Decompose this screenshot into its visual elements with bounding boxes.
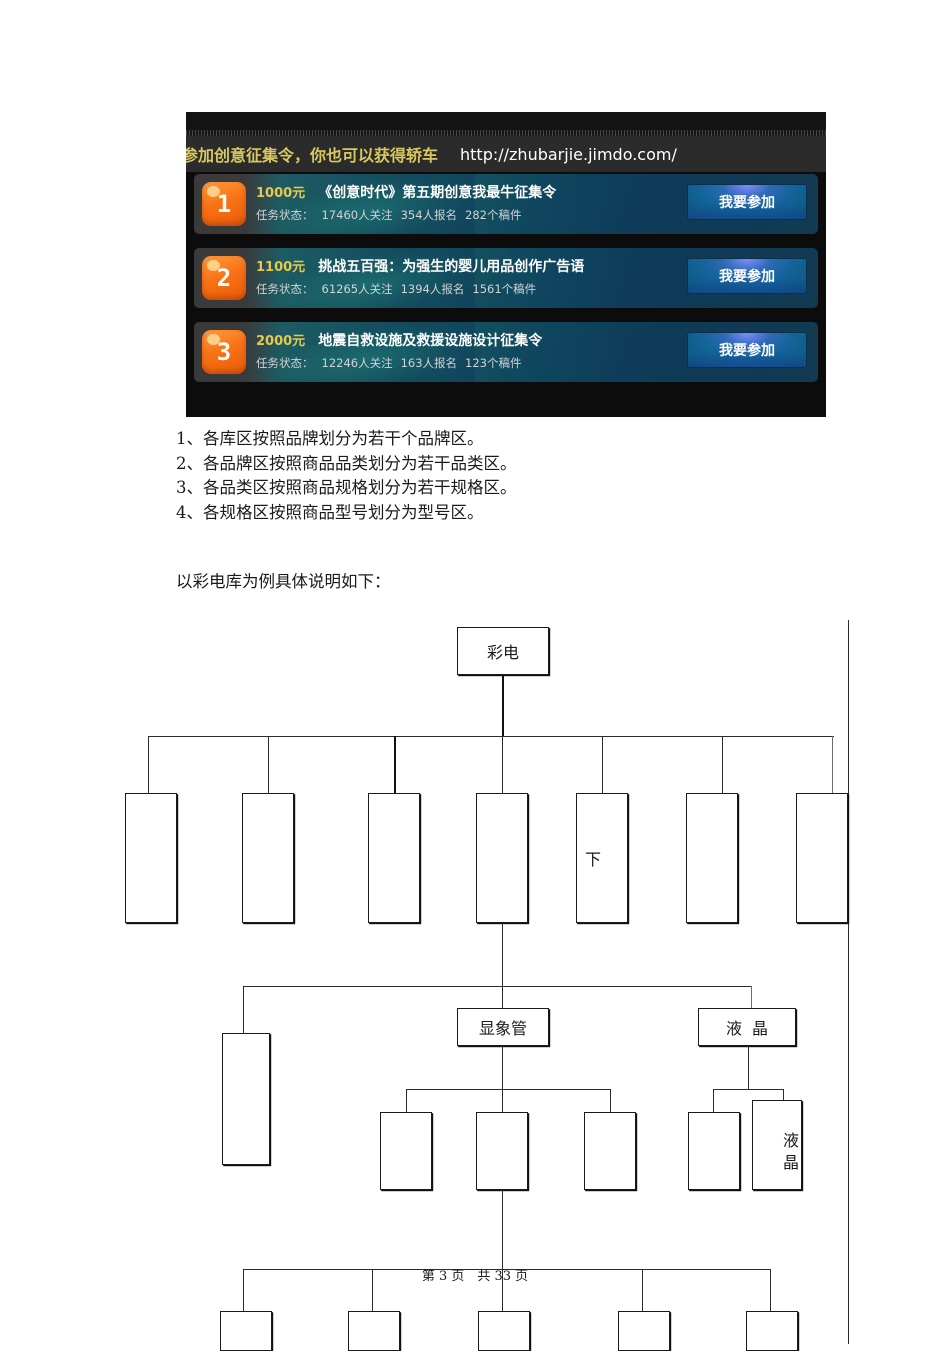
node-level2-lcd: 液晶 xyxy=(698,1008,796,1046)
node-level4-model xyxy=(478,1311,530,1351)
connector-level1-drop xyxy=(722,736,723,793)
node-level4-model xyxy=(348,1311,400,1351)
connector-level1-drop xyxy=(502,736,503,793)
connector-crt-stem xyxy=(502,1046,503,1089)
node-level1-brand xyxy=(796,793,848,923)
node-level1-brand xyxy=(125,793,177,923)
rank-badge-number: 3 xyxy=(216,338,232,366)
connector-crt-bus xyxy=(406,1089,610,1090)
connector-lcd-stem xyxy=(748,1046,749,1089)
node-level3-lcd-spec xyxy=(688,1112,740,1190)
node-level3-crt-spec xyxy=(380,1112,432,1190)
page-right-rule xyxy=(848,620,849,1344)
node-level2-empty xyxy=(222,1033,270,1165)
page-number-footer: 第 3 页 共 33 页 xyxy=(421,1269,529,1284)
connector-level2-stem xyxy=(502,923,503,986)
connector-lcd-bus xyxy=(713,1089,783,1090)
connector-crt-drop xyxy=(610,1089,611,1112)
connector-level2-drop xyxy=(751,986,752,1008)
warehouse-hierarchy-diagram: 彩电 下 显象管 液晶 液晶 xyxy=(0,0,950,1351)
node-level4-model xyxy=(746,1311,798,1351)
node-level3-lcd-spec-labeled: 液晶 xyxy=(752,1100,802,1190)
connector-lcd-drop xyxy=(713,1089,714,1112)
node-level4-model xyxy=(618,1311,670,1351)
node-level3-crt-spec xyxy=(584,1112,636,1190)
node-level1-brand xyxy=(242,793,294,923)
node-level1-brand xyxy=(686,793,738,923)
connector-level2-drop xyxy=(502,986,503,1008)
connector-crt-drop xyxy=(502,1089,503,1112)
node-level1-brand-labeled: 下 xyxy=(576,793,628,923)
connector-level1-drop xyxy=(394,736,396,793)
connector-crt-drop xyxy=(406,1089,407,1112)
node-level1-brand xyxy=(368,793,420,923)
connector-level1-drop xyxy=(268,736,269,793)
node-level4-model xyxy=(220,1311,272,1351)
node-level1-brand xyxy=(476,793,528,923)
rank-badge-number: 2 xyxy=(216,264,232,292)
connector-root-down xyxy=(502,675,504,737)
node-level2-crt: 显象管 xyxy=(457,1008,549,1046)
connector-level1-drop xyxy=(148,736,149,793)
connector-level2-bus xyxy=(243,986,752,987)
connector-level1-drop xyxy=(602,736,603,793)
node-level3-crt-spec xyxy=(476,1112,528,1190)
rank-badge-number: 1 xyxy=(216,190,232,218)
connector-level1-drop xyxy=(832,736,833,793)
connector-level2-drop xyxy=(243,986,244,1033)
node-root: 彩电 xyxy=(457,627,549,675)
connector-level1-bus xyxy=(148,736,834,737)
